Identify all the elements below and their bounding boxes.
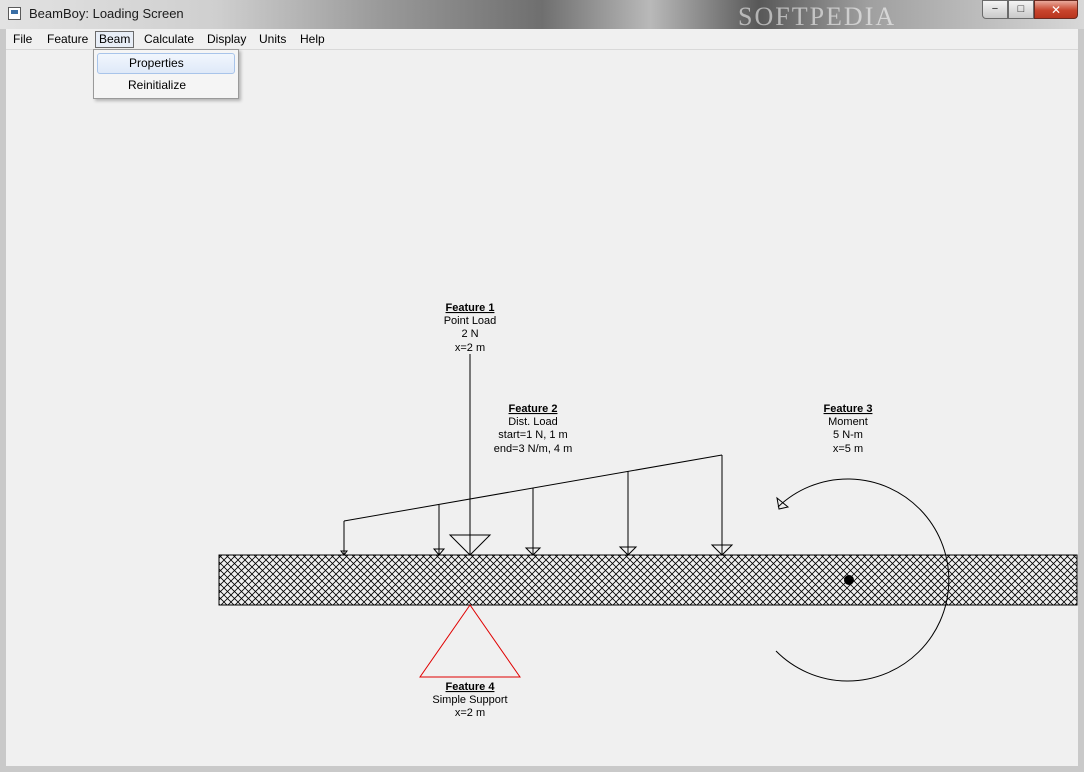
feature-3-heading: Feature 3 bbox=[824, 403, 873, 415]
feature-3-type: Moment bbox=[828, 416, 868, 428]
beam-menu-dropdown: Properties Reinitialize bbox=[93, 49, 239, 99]
feature-3-position: x=5 m bbox=[833, 443, 863, 455]
feature-2-type: Dist. Load bbox=[508, 416, 558, 428]
feature-1-value: 2 N bbox=[461, 328, 478, 340]
feature-4-position: x=2 m bbox=[455, 707, 485, 719]
feature-4-heading: Feature 4 bbox=[446, 681, 496, 693]
feature-2-distributed-load[interactable] bbox=[340, 454, 734, 556]
feature-1-point-load[interactable] bbox=[448, 354, 492, 556]
feature-1-type: Point Load bbox=[444, 315, 497, 327]
feature-2-start: start=1 N, 1 m bbox=[498, 429, 567, 441]
menu-item-properties[interactable]: Properties bbox=[97, 53, 235, 74]
feature-1-heading: Feature 1 bbox=[446, 302, 495, 314]
app-window: BeamBoy: Loading Screen SOFTPEDIA − □ ✕ … bbox=[0, 0, 1084, 772]
beam[interactable] bbox=[218, 554, 1078, 606]
menu-item-reinitialize[interactable]: Reinitialize bbox=[97, 75, 235, 96]
feature-4-type: Simple Support bbox=[432, 694, 507, 706]
feature-2-heading: Feature 2 bbox=[509, 403, 558, 415]
moment-point bbox=[844, 575, 854, 585]
beam-diagram: Feature 1 Point Load 2 N x=2 m Feature 2… bbox=[218, 302, 1078, 719]
feature-3-value: 5 N-m bbox=[833, 429, 863, 441]
feature-2-end: end=3 N/m, 4 m bbox=[494, 443, 573, 455]
feature-1-position: x=2 m bbox=[455, 342, 485, 354]
simple-support-triangle[interactable] bbox=[419, 604, 521, 678]
